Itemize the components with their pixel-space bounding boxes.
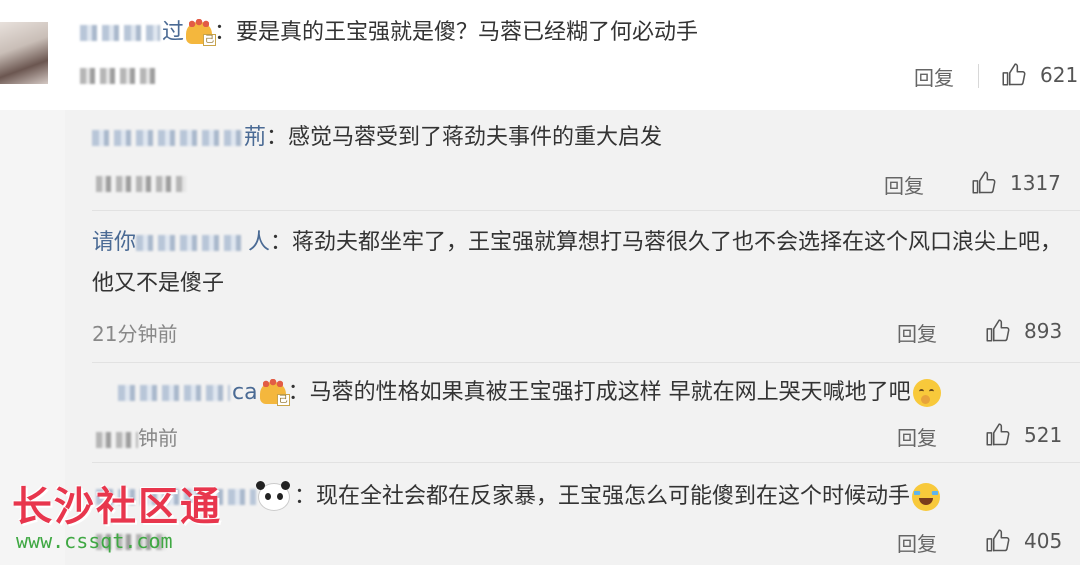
comment-text: 马蓉的性格如果真被王宝强打成这样 早就在网上哭天喊地了吧 — [309, 380, 911, 405]
panda-icon — [256, 481, 290, 511]
reply-2: 请你 人：蒋劲夫都坐牢了，王宝强就算想打马蓉很久了也不会选择在这个风口浪尖上吧，他… — [92, 222, 1067, 304]
blurred-time — [80, 67, 160, 84]
colon: ： — [294, 484, 317, 509]
reply-3: ca ：马蓉的性格如果真被王宝强打成这样 早就在网上哭天喊地了吧 — [118, 378, 941, 408]
hug-emoji-icon — [912, 379, 941, 407]
username-prefix[interactable]: 请你 — [92, 230, 136, 255]
like-count: 893 — [1024, 319, 1063, 343]
username-suffix[interactable]: 荊 — [244, 125, 266, 150]
separator — [92, 362, 1080, 363]
colon: ： — [214, 20, 237, 45]
thumbs-up-icon — [986, 319, 1010, 342]
time-suffix: 钟前 — [138, 426, 178, 450]
reply-button[interactable]: 回复 — [897, 528, 937, 557]
username-suffix[interactable]: 过 — [162, 20, 184, 45]
top-comment — [0, 0, 1080, 110]
thumbs-up-icon — [986, 529, 1010, 552]
colon: ： — [266, 125, 289, 150]
laugh-cry-emoji-icon — [912, 483, 941, 511]
like-count: 1317 — [1010, 171, 1061, 195]
like-count: 521 — [1024, 423, 1063, 447]
like-count: 405 — [1024, 529, 1063, 553]
colon: ： — [287, 380, 310, 405]
reply-1: 荊：感觉马蓉受到了蒋劲夫事件的重大启发 — [92, 123, 662, 153]
username-suffix[interactable]: ca — [232, 380, 258, 405]
username-suffix[interactable]: 人 — [248, 230, 270, 255]
blurred-username[interactable] — [118, 385, 230, 401]
like-count: 621 — [1040, 63, 1079, 87]
vip-crown-icon — [259, 379, 290, 406]
comment-1: 过 ：要是真的王宝强就是傻？马蓉已经糊了何必动手 — [80, 18, 698, 48]
comment-text: 感觉马蓉受到了蒋劲夫事件的重大启发 — [288, 125, 663, 150]
thumbs-up-icon — [1002, 63, 1026, 86]
reply-button[interactable]: 回复 — [914, 62, 954, 91]
reply-4: ：现在全社会都在反家暴，王宝强怎么可能傻到在这个时候动手 — [96, 481, 941, 512]
comment-text: 要是真的王宝强就是傻？马蓉已经糊了何必动手 — [236, 20, 699, 45]
like-button[interactable]: 405 — [984, 526, 1062, 556]
watermark-url: www.cssqt.com — [16, 529, 173, 553]
comment-time: 钟前 — [96, 422, 178, 451]
watermark-title: 长沙社区通 — [12, 484, 222, 530]
like-button[interactable]: 1317 — [970, 168, 1061, 198]
blurred-username[interactable] — [92, 130, 242, 146]
like-button[interactable]: 621 — [1000, 60, 1078, 90]
blurred-username[interactable] — [136, 235, 247, 251]
divider — [978, 64, 979, 88]
reply-button[interactable]: 回复 — [897, 422, 937, 451]
comment-text: 现在全社会都在反家暴，王宝强怎么可能傻到在这个时候动手 — [316, 484, 911, 509]
comment-time — [96, 170, 186, 194]
avatar[interactable] — [0, 22, 48, 84]
colon: ： — [270, 230, 293, 255]
comment-time: 21分钟前 — [92, 322, 178, 346]
blurred-time — [96, 431, 138, 448]
reply-button[interactable]: 回复 — [884, 170, 924, 199]
separator — [92, 210, 1080, 211]
vip-crown-icon — [186, 19, 217, 46]
blurred-username[interactable] — [80, 25, 160, 41]
comment-time — [80, 62, 160, 86]
separator — [92, 462, 1080, 463]
reply-button[interactable]: 回复 — [897, 318, 937, 347]
watermark: 长沙社区通 www.cssqt.com — [12, 485, 222, 553]
thumbs-up-icon — [986, 423, 1010, 446]
like-button[interactable]: 893 — [984, 316, 1062, 346]
thumbs-up-icon — [972, 171, 996, 194]
like-button[interactable]: 521 — [984, 420, 1062, 450]
blurred-time — [96, 175, 186, 192]
